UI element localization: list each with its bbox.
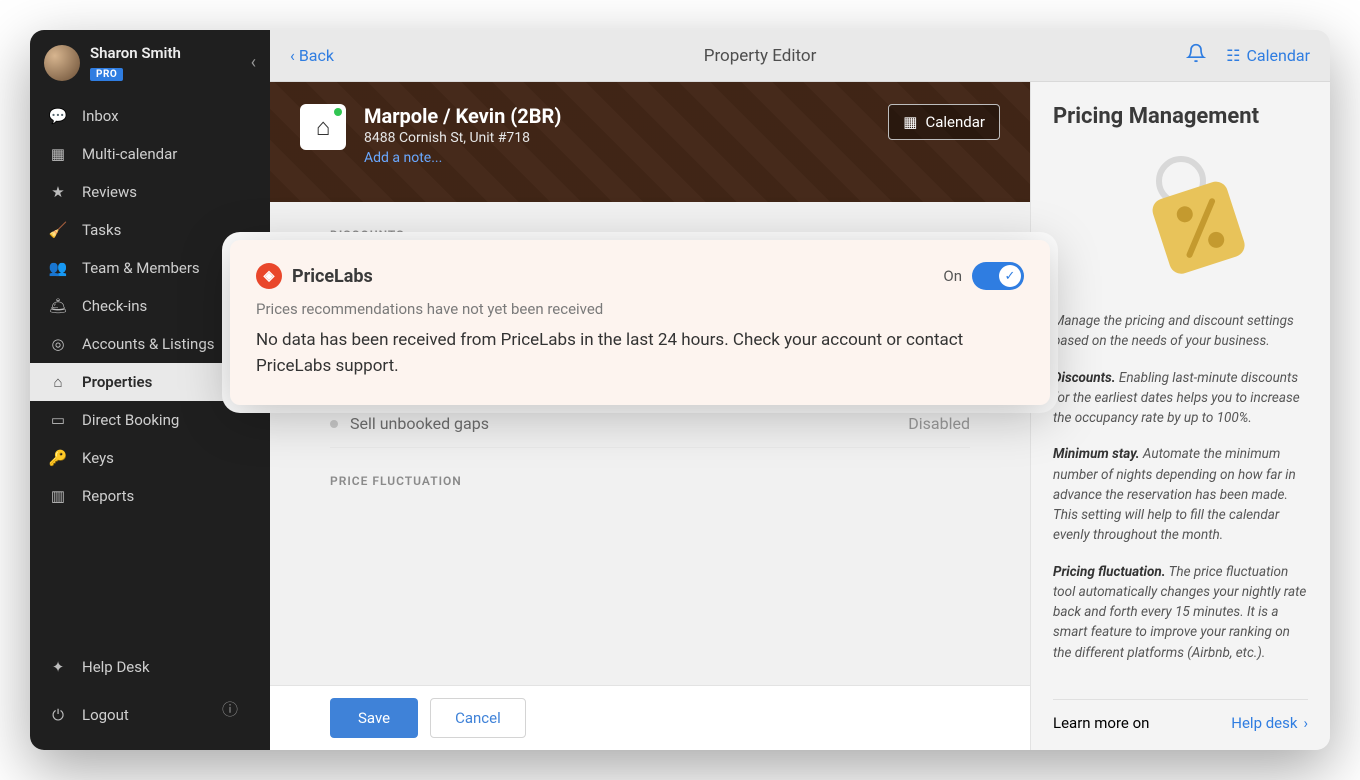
property-calendar-button[interactable]: ▦ Calendar xyxy=(888,104,1000,140)
help-title: Pricing Management xyxy=(1053,104,1308,129)
chevron-right-icon: › xyxy=(1303,714,1308,732)
home-icon: ⌂ xyxy=(48,373,68,391)
topbar: ‹Back Property Editor ☷Calendar xyxy=(270,30,1330,82)
power-icon: ⏻ xyxy=(48,706,68,724)
check-icon: ✓ xyxy=(999,265,1021,287)
help-desk-link[interactable]: Help desk› xyxy=(1231,714,1308,732)
help-panel: Pricing Management Manage the pricing an… xyxy=(1030,82,1330,750)
property-home-icon: ⌂ xyxy=(300,104,346,150)
calendar-icon: ▦ xyxy=(903,113,917,131)
cancel-button[interactable]: Cancel xyxy=(430,698,526,738)
nav-footer: ✦Help Desk ⏻Logout ⓘ xyxy=(30,642,270,750)
avatar xyxy=(44,45,80,81)
user-block[interactable]: Sharon Smith PRO ‹ xyxy=(30,30,270,91)
help-fluctuation: Pricing fluctuation. The price fluctuati… xyxy=(1053,562,1308,663)
help-intro: Manage the pricing and discount settings… xyxy=(1053,311,1308,352)
pricelabs-toggle[interactable]: On ✓ xyxy=(943,262,1024,290)
collapse-sidebar-icon[interactable]: ‹ xyxy=(251,52,256,73)
team-icon: 👥 xyxy=(48,259,68,277)
nav-keys[interactable]: 🔑Keys xyxy=(30,439,270,477)
save-button[interactable]: Save xyxy=(330,698,418,738)
chevron-left-icon: ‹ xyxy=(290,46,295,65)
booking-icon: ▭ xyxy=(48,411,68,429)
nav-reviews[interactable]: ★Reviews xyxy=(30,173,270,211)
calendar-link[interactable]: ☷Calendar xyxy=(1226,46,1310,65)
alert-subtitle: Prices recommendations have not yet been… xyxy=(256,300,1024,318)
info-icon[interactable]: ⓘ xyxy=(222,696,252,734)
nav-multi-calendar[interactable]: ▦Multi-calendar xyxy=(30,135,270,173)
nav-logout[interactable]: ⏻Logout ⓘ xyxy=(30,686,270,744)
user-name: Sharon Smith xyxy=(90,44,181,62)
price-tag-icon xyxy=(1101,147,1261,287)
property-address: 8488 Cornish St, Unit #718 xyxy=(364,130,561,146)
nav-inbox[interactable]: 💬Inbox xyxy=(30,97,270,135)
property-title: Marpole / Kevin (2BR) xyxy=(364,104,561,128)
status-text: Disabled xyxy=(908,414,970,433)
multicalendar-icon: ▦ xyxy=(48,145,68,163)
back-button[interactable]: ‹Back xyxy=(290,46,334,65)
plan-badge: PRO xyxy=(90,68,123,81)
help-minstay: Minimum stay. Automate the minimum numbe… xyxy=(1053,444,1308,545)
app-window: Sharon Smith PRO ‹ 💬Inbox ▦Multi-calenda… xyxy=(30,30,1330,750)
row-sell-unbooked-gaps[interactable]: Sell unbooked gaps Disabled xyxy=(330,400,970,448)
add-note-link[interactable]: Add a note... xyxy=(364,150,561,166)
property-header: ⌂ Marpole / Kevin (2BR) 8488 Cornish St,… xyxy=(270,82,1030,202)
chart-icon: ▥ xyxy=(48,487,68,505)
bell-icon: 🛎 xyxy=(48,297,68,315)
pricelabs-alert-card: ◈ PriceLabs On ✓ Prices recommendations … xyxy=(230,240,1050,405)
toggle-label: On xyxy=(943,267,962,285)
account-icon: ◎ xyxy=(48,335,68,353)
broom-icon: 🧹 xyxy=(48,221,68,239)
pricelabs-logo: ◈ PriceLabs xyxy=(256,263,373,289)
calendar-list-icon: ☷ xyxy=(1226,46,1240,65)
help-discounts: Discounts. Enabling last-minute discount… xyxy=(1053,368,1308,429)
toggle-switch[interactable]: ✓ xyxy=(972,262,1024,290)
nav-reports[interactable]: ▥Reports xyxy=(30,477,270,515)
pricelabs-mark-icon: ◈ xyxy=(256,263,282,289)
learn-more-label: Learn more on xyxy=(1053,714,1149,732)
section-price-fluctuation-heading: PRICE FLUCTUATION xyxy=(330,448,970,498)
center-column: ⌂ Marpole / Kevin (2BR) 8488 Cornish St,… xyxy=(270,82,1030,750)
notifications-icon[interactable] xyxy=(1186,43,1206,68)
status-dot xyxy=(330,420,338,428)
nav-helpdesk[interactable]: ✦Help Desk xyxy=(30,648,270,686)
page-title: Property Editor xyxy=(344,46,1176,66)
lifebuoy-icon: ✦ xyxy=(48,658,68,676)
key-icon: 🔑 xyxy=(48,449,68,467)
star-icon: ★ xyxy=(48,183,68,201)
nav-direct-booking[interactable]: ▭Direct Booking xyxy=(30,401,270,439)
alert-body: No data has been received from PriceLabs… xyxy=(256,328,1024,379)
chat-icon: 💬 xyxy=(48,107,68,125)
action-bar: Save Cancel xyxy=(270,685,1030,750)
